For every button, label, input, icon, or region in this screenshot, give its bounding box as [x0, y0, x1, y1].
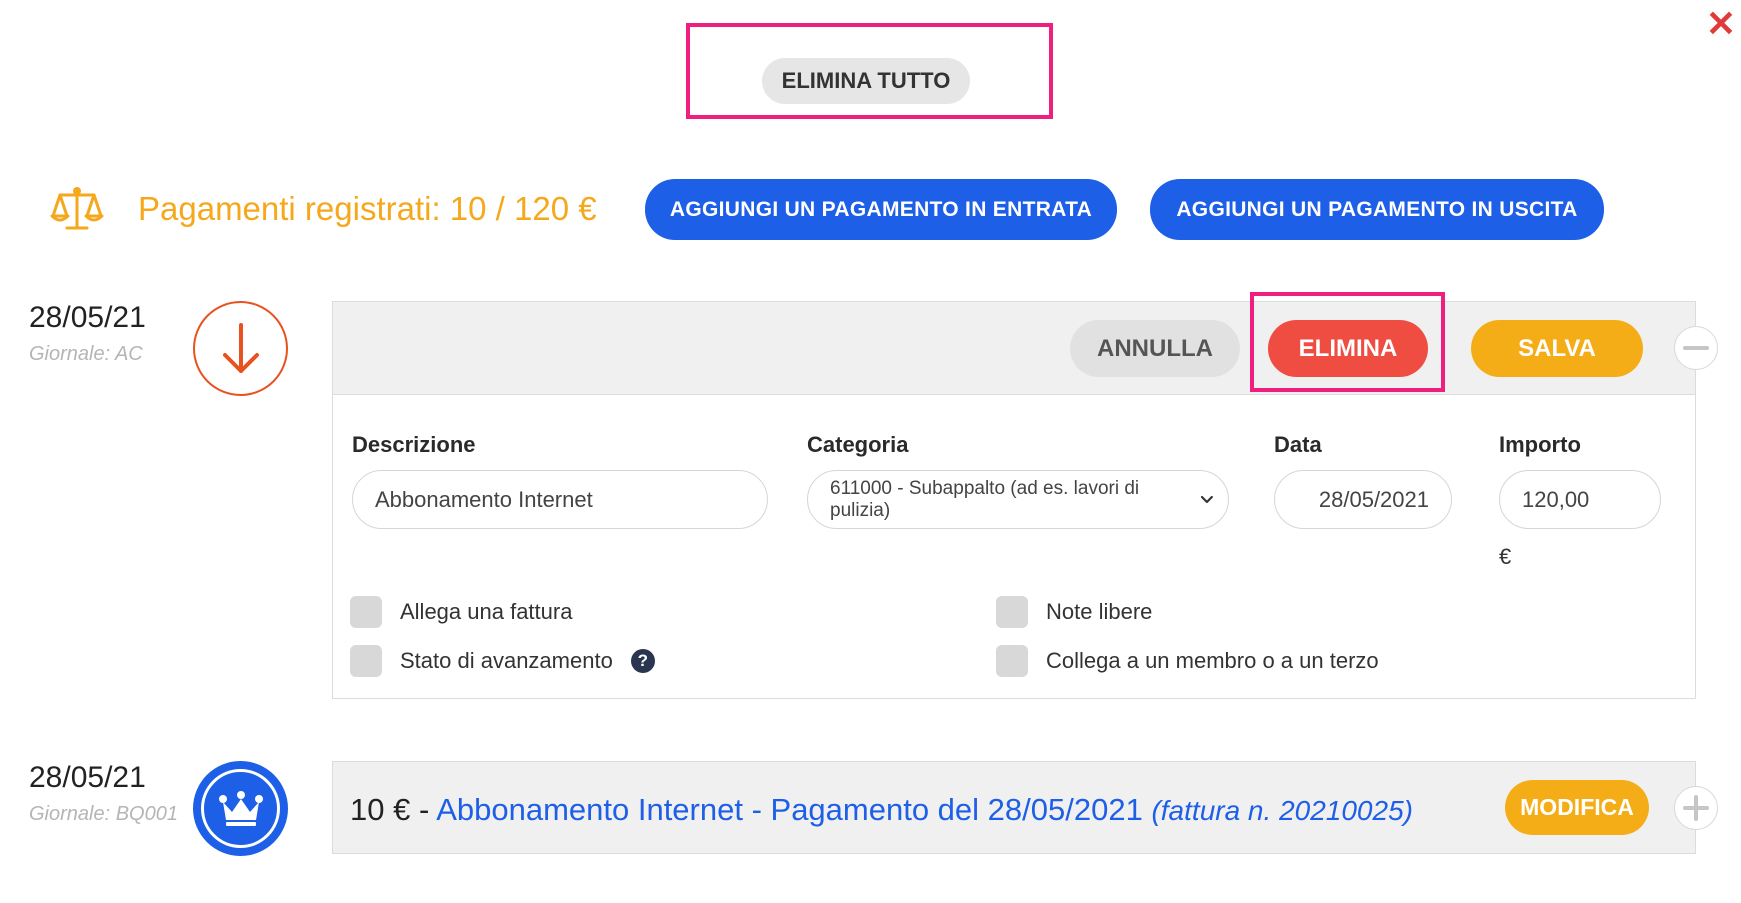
outgoing-payment-badge: [193, 301, 288, 396]
badge-ring: [201, 769, 280, 848]
link-member-label: Collega a un membro o a un terzo: [1046, 648, 1379, 673]
category-selected-value: 611000 - Subappalto (ad es. lavori di pu…: [830, 477, 1140, 521]
amount-label: Importo: [1499, 432, 1581, 457]
expand-button[interactable]: [1674, 786, 1718, 830]
currency-unit: €: [1499, 544, 1512, 569]
entry-date: 28/05/21: [29, 761, 146, 794]
free-notes-option[interactable]: Note libere: [996, 596, 1152, 628]
description-input[interactable]: [352, 470, 768, 529]
entry-journal: Giornale: AC: [29, 343, 143, 365]
invoice-reference: (fattura n. 20210025): [1151, 795, 1413, 826]
payment-summary-card: 10 € - Abbonamento Internet - Pagamento …: [332, 761, 1696, 854]
add-income-payment-button[interactable]: AGGIUNGI UN PAGAMENTO IN ENTRATA: [645, 179, 1117, 240]
amount-input[interactable]: [1499, 470, 1661, 529]
link-member-option[interactable]: Collega a un membro o a un terzo: [996, 645, 1379, 677]
save-button[interactable]: SALVA: [1471, 320, 1643, 377]
scale-icon: [50, 187, 104, 230]
attach-invoice-checkbox[interactable]: [350, 596, 382, 628]
category-label: Categoria: [807, 432, 909, 457]
edit-button[interactable]: MODIFICA: [1505, 780, 1649, 835]
free-notes-checkbox[interactable]: [996, 596, 1028, 628]
description-label: Descrizione: [352, 432, 476, 457]
date-input[interactable]: [1274, 470, 1452, 529]
cancel-button[interactable]: ANNULLA: [1070, 320, 1240, 377]
minus-icon: [1683, 346, 1709, 350]
date-label: Data: [1274, 432, 1322, 457]
link-member-checkbox[interactable]: [996, 645, 1028, 677]
payment-link[interactable]: Abbonamento Internet - Pagamento del 28/…: [436, 792, 1143, 827]
free-notes-label: Note libere: [1046, 599, 1153, 624]
attach-invoice-label: Allega una fattura: [400, 599, 573, 624]
entry-journal: Giornale: BQ001: [29, 803, 178, 825]
delete-all-button[interactable]: ELIMINA TUTTO: [762, 58, 970, 104]
bank-journal-badge: [193, 761, 288, 856]
separator: -: [410, 792, 437, 827]
highlight-box-delete: [1250, 292, 1445, 392]
progress-state-option[interactable]: Stato di avanzamento ?: [350, 645, 655, 677]
entry-date: 28/05/21: [29, 301, 146, 334]
add-expense-payment-button[interactable]: AGGIUNGI UN PAGAMENTO IN USCITA: [1150, 179, 1604, 240]
plus-icon: [1683, 795, 1709, 821]
collapse-button[interactable]: [1674, 326, 1718, 370]
chevron-down-icon: [1201, 495, 1214, 503]
payments-modal: ✕ ELIMINA TUTTO Pagamenti registrati: 10…: [0, 0, 1741, 903]
category-select[interactable]: 611000 - Subappalto (ad es. lavori di pu…: [807, 470, 1229, 529]
payment-amount: 10 €: [350, 792, 411, 827]
close-icon[interactable]: ✕: [1703, 6, 1739, 42]
attach-invoice-option[interactable]: Allega una fattura: [350, 596, 572, 628]
payments-summary: Pagamenti registrati: 10 / 120 €: [138, 190, 597, 227]
payment-edit-card: ANNULLA ELIMINA SALVA Descrizione Catego…: [332, 301, 1696, 699]
arrow-down-icon: [222, 322, 259, 373]
progress-state-checkbox[interactable]: [350, 645, 382, 677]
crown-icon: [218, 790, 263, 826]
payment-summary-line: 10 € - Abbonamento Internet - Pagamento …: [350, 792, 1413, 828]
help-icon[interactable]: ?: [630, 649, 655, 673]
progress-state-label: Stato di avanzamento: [400, 648, 613, 673]
payment-edit-toolbar: ANNULLA ELIMINA SALVA: [333, 302, 1695, 395]
